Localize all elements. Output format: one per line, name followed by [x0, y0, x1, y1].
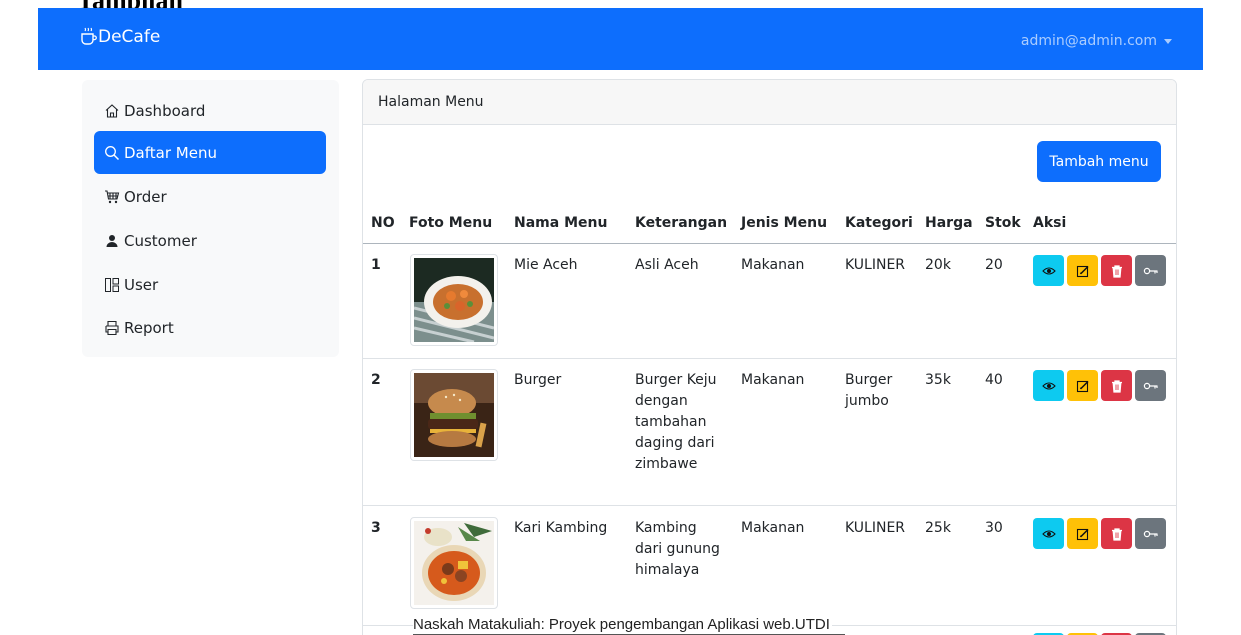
- column-header-aksi: Aksi: [1033, 215, 1067, 231]
- cell-nama-menu: Burger: [514, 372, 562, 388]
- cell-kategori: Burger jumbo: [845, 372, 893, 409]
- column-header-nama: Nama Menu: [514, 215, 608, 231]
- cell-stok: 20: [985, 257, 1003, 273]
- column-header-jenis: Jenis Menu: [741, 215, 828, 231]
- sidebar-item-dashboard[interactable]: Dashboard: [94, 89, 326, 132]
- sidebar-item-order[interactable]: Order: [94, 175, 326, 218]
- burger-photo: [414, 373, 494, 457]
- view-button[interactable]: [1033, 370, 1064, 401]
- sidebar-item-label: User: [124, 275, 159, 294]
- document-caption: Naskah Matakuliah: Proyek pengembangan A…: [413, 616, 832, 633]
- column-header-stok: Stok: [985, 215, 1021, 231]
- cell-jenis-menu: Makanan: [741, 257, 805, 273]
- delete-button[interactable]: [1101, 518, 1132, 549]
- cell-nama-menu: Kari Kambing: [514, 520, 608, 536]
- key-icon: [1143, 530, 1158, 537]
- sidebar-item-user[interactable]: User: [94, 263, 326, 306]
- add-menu-button[interactable]: Tambah menu: [1037, 141, 1161, 182]
- cell-harga: 25k: [925, 520, 951, 536]
- sidebar-item-label: Daftar Menu: [124, 143, 217, 162]
- row-divider: [363, 358, 1176, 359]
- cell-no: 3: [371, 520, 381, 536]
- cell-jenis-menu: Makanan: [741, 520, 805, 536]
- cell-stok: 40: [985, 372, 1003, 388]
- edit-icon: [1076, 265, 1089, 277]
- row-divider: [363, 505, 1176, 506]
- sidebar-item-label: Customer: [124, 231, 197, 250]
- menu-photo: [410, 517, 498, 609]
- sidebar-item-report[interactable]: Report: [94, 306, 326, 349]
- cell-keterangan: Kambing dari gunung himalaya: [635, 520, 720, 578]
- eye-icon: [1041, 266, 1056, 275]
- edit-icon: [1076, 528, 1089, 540]
- eye-icon: [1041, 529, 1056, 538]
- cart-icon: [105, 189, 120, 203]
- sidebar-item-label: Order: [124, 187, 167, 206]
- column-header-harga: Harga: [925, 215, 973, 231]
- reset-key-button[interactable]: [1135, 518, 1166, 549]
- printer-icon: [105, 320, 119, 335]
- trash-icon: [1111, 379, 1122, 393]
- sidebar-item-label: Dashboard: [124, 101, 206, 120]
- sidebar-item-label: Report: [124, 318, 174, 337]
- caret-down-icon: [1164, 38, 1172, 44]
- edit-button[interactable]: [1067, 518, 1098, 549]
- brand[interactable]: DeCafe: [80, 27, 160, 47]
- menu-photo: [410, 254, 498, 346]
- cell-kategori: KULINER: [845, 520, 906, 536]
- trash-icon: [1111, 527, 1122, 541]
- view-button[interactable]: [1033, 255, 1064, 286]
- grid-icon: [105, 277, 119, 292]
- house-icon: [105, 103, 119, 118]
- delete-button[interactable]: [1101, 255, 1132, 286]
- reset-key-button[interactable]: [1135, 370, 1166, 401]
- cell-no: 1: [371, 257, 381, 273]
- cell-keterangan: Burger Keju dengan tambahan daging dari …: [635, 372, 717, 472]
- cell-harga: 35k: [925, 372, 951, 388]
- card-title: Halaman Menu: [363, 80, 1176, 125]
- search-icon: [105, 145, 120, 160]
- view-button[interactable]: [1033, 518, 1064, 549]
- delete-button[interactable]: [1101, 370, 1132, 401]
- user-email: admin@admin.com: [1020, 33, 1157, 49]
- kari-kambing-photo: [414, 521, 494, 605]
- page: Tampilan DeCafe admin@admin.com Dashboar…: [0, 0, 1241, 635]
- key-icon: [1143, 382, 1158, 389]
- cell-stok: 30: [985, 520, 1003, 536]
- edit-button[interactable]: [1067, 255, 1098, 286]
- header-divider: [363, 243, 1176, 244]
- sidebar-item-customer[interactable]: Customer: [94, 219, 326, 262]
- cell-harga: 20k: [925, 257, 951, 273]
- cell-keterangan: Asli Aceh: [635, 257, 699, 273]
- top-navbar: DeCafe admin@admin.com: [38, 8, 1203, 70]
- sidebar-item-daftar-menu[interactable]: Daftar Menu: [94, 131, 326, 174]
- sidebar: Dashboard Daftar Menu Order Customer Use…: [82, 80, 339, 357]
- column-header-keterangan: Keterangan: [635, 215, 728, 231]
- menu-card: Halaman Menu Tambah menu NO Foto Menu Na…: [362, 79, 1177, 635]
- cell-nama-menu: Mie Aceh: [514, 257, 578, 273]
- column-header-no: NO: [371, 215, 395, 231]
- edit-button[interactable]: [1067, 370, 1098, 401]
- eye-icon: [1041, 381, 1056, 390]
- cell-kategori: KULINER: [845, 257, 906, 273]
- trash-icon: [1111, 264, 1122, 278]
- brand-name: DeCafe: [98, 27, 161, 47]
- cell-jenis-menu: Makanan: [741, 372, 805, 388]
- user-dropdown[interactable]: admin@admin.com: [1021, 33, 1172, 49]
- key-icon: [1143, 267, 1158, 274]
- reset-key-button[interactable]: [1135, 255, 1166, 286]
- coffee-cup-icon: [81, 27, 97, 45]
- menu-photo: [410, 369, 498, 461]
- cell-no: 2: [371, 372, 381, 388]
- person-icon: [106, 234, 118, 247]
- column-header-foto: Foto Menu: [409, 215, 493, 231]
- column-header-kategori: Kategori: [845, 215, 913, 231]
- mie-aceh-photo: [414, 258, 494, 342]
- edit-icon: [1076, 380, 1089, 392]
